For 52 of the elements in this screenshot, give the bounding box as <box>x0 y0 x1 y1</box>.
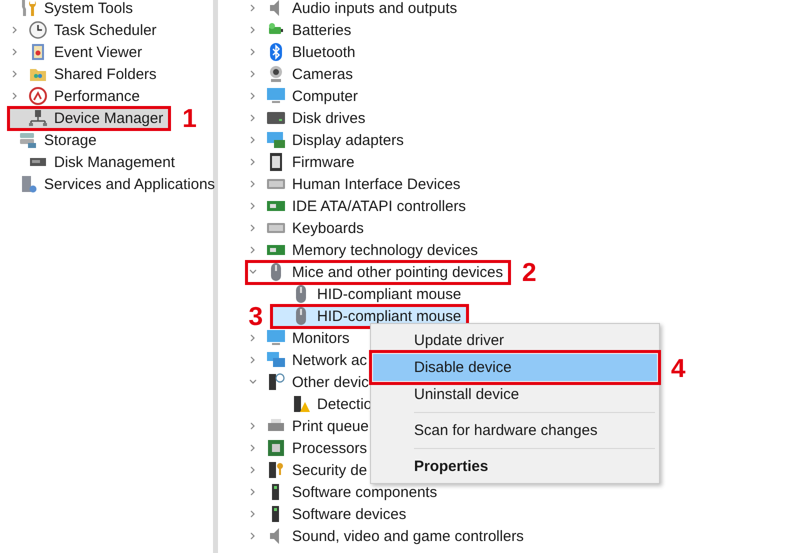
tree-item[interactable]: Disk drives <box>248 108 370 128</box>
tree-item[interactable]: Mice and other pointing devices <box>248 262 508 282</box>
tree-item[interactable]: Processors <box>248 438 372 458</box>
processor-icon <box>266 438 286 458</box>
clock-icon <box>28 20 48 40</box>
tree-item[interactable]: Cameras <box>248 64 358 84</box>
menu-item[interactable]: Properties <box>373 453 657 480</box>
tree-item[interactable]: Device Manager <box>10 108 168 128</box>
tree-item[interactable]: Bluetooth <box>248 42 360 62</box>
menu-item[interactable]: Update driver <box>373 327 657 354</box>
callout-number: 3 <box>248 303 263 329</box>
tree-item[interactable]: Batteries <box>248 20 356 40</box>
tree-item[interactable]: Security de <box>248 460 372 480</box>
tree-item[interactable]: Keyboards <box>248 218 369 238</box>
tree-item[interactable]: Computer <box>248 86 363 106</box>
tree-item[interactable]: Shared Folders <box>10 64 162 84</box>
monitor-icon <box>266 86 286 106</box>
tree-item[interactable]: Software components <box>248 482 442 502</box>
device-key-icon <box>266 460 286 480</box>
tree-item[interactable]: Other devic <box>248 372 374 392</box>
gauge-icon <box>28 86 48 106</box>
tree-item[interactable]: Audio inputs and outputs <box>248 0 462 18</box>
tree-item[interactable]: HID-compliant mouse <box>273 306 466 326</box>
callout-number: 4 <box>671 354 686 380</box>
callout-number: 2 <box>522 259 536 285</box>
callout-number: 1 <box>182 105 197 131</box>
tree-item[interactable]: HID-compliant mouse <box>273 284 466 304</box>
tree-item[interactable]: Event Viewer <box>10 42 148 62</box>
tree-item[interactable]: Sound, video and game controllers <box>248 526 529 546</box>
tree-item[interactable]: Network ac <box>248 350 372 370</box>
tree-item[interactable]: Storage <box>0 130 102 150</box>
tree-item[interactable]: System Tools <box>0 0 138 18</box>
tree-item[interactable]: Human Interface Devices <box>248 174 466 194</box>
tree-item[interactable]: Firmware <box>248 152 360 172</box>
menu-item[interactable]: Scan for hardware changes <box>373 417 657 444</box>
tree-item[interactable]: Performance <box>10 86 145 106</box>
tree-item[interactable]: Monitors <box>248 328 355 348</box>
network-icon <box>266 350 286 370</box>
tree-item[interactable]: Disk Management <box>10 152 180 172</box>
tree-item[interactable]: Task Scheduler <box>10 20 162 40</box>
device-warning-icon <box>291 394 311 414</box>
tree-item[interactable]: Print queue <box>248 416 374 436</box>
device-question-icon <box>266 372 286 392</box>
tree-item[interactable]: Display adapters <box>248 130 409 150</box>
menu-item[interactable]: Disable device <box>373 354 657 381</box>
tree-item[interactable]: Memory technology devices <box>248 240 483 260</box>
tree-item[interactable]: Software devices <box>248 504 412 524</box>
tree-item[interactable]: Services and Applications <box>0 174 220 194</box>
storage-icon <box>18 130 38 150</box>
display-adapter-icon <box>266 130 286 150</box>
monitor-icon <box>266 328 286 348</box>
tree-item[interactable]: IDE ATA/ATAPI controllers <box>248 196 471 216</box>
